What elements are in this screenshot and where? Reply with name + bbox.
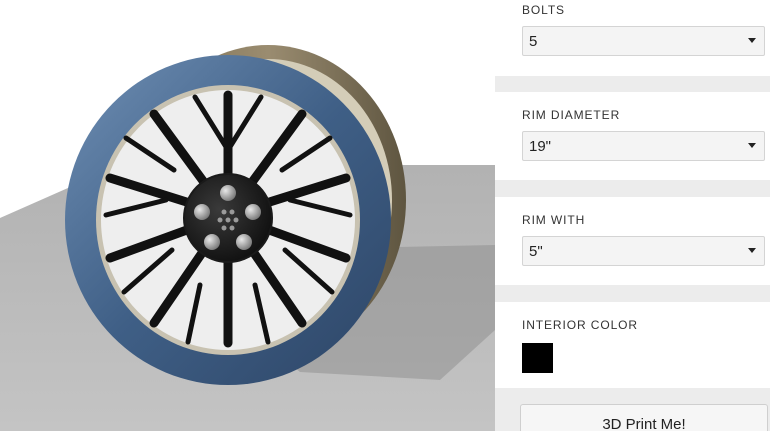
rim-width-section: RIM WITH 5"	[495, 197, 770, 285]
rim-diameter-section: RIM DIAMETER 19"	[495, 92, 770, 180]
bolts-select[interactable]: 5	[522, 26, 765, 56]
rim-width-value: 5"	[529, 243, 543, 260]
bolts-label: BOLTS	[522, 3, 565, 17]
chevron-down-icon	[748, 143, 756, 148]
chevron-down-icon	[748, 38, 756, 43]
rim-width-select[interactable]: 5"	[522, 236, 765, 266]
bolts-section: BOLTS 5	[495, 0, 770, 76]
rim-width-label: RIM WITH	[522, 213, 586, 227]
interior-color-swatch[interactable]	[522, 343, 553, 373]
rim-diameter-label: RIM DIAMETER	[522, 108, 621, 122]
rim-diameter-value: 19"	[529, 138, 552, 155]
bolts-value: 5	[529, 33, 538, 50]
interior-color-label: INTERIOR COLOR	[522, 318, 638, 332]
model-viewport[interactable]	[0, 0, 495, 431]
print-button[interactable]: 3D Print Me!	[520, 404, 768, 431]
rim-diameter-select[interactable]: 19"	[522, 131, 765, 161]
configurator-panel: BOLTS 5 RIM DIAMETER 19" RIM WITH 5" INT…	[495, 0, 770, 431]
wheel-render	[0, 45, 495, 431]
chevron-down-icon	[748, 248, 756, 253]
